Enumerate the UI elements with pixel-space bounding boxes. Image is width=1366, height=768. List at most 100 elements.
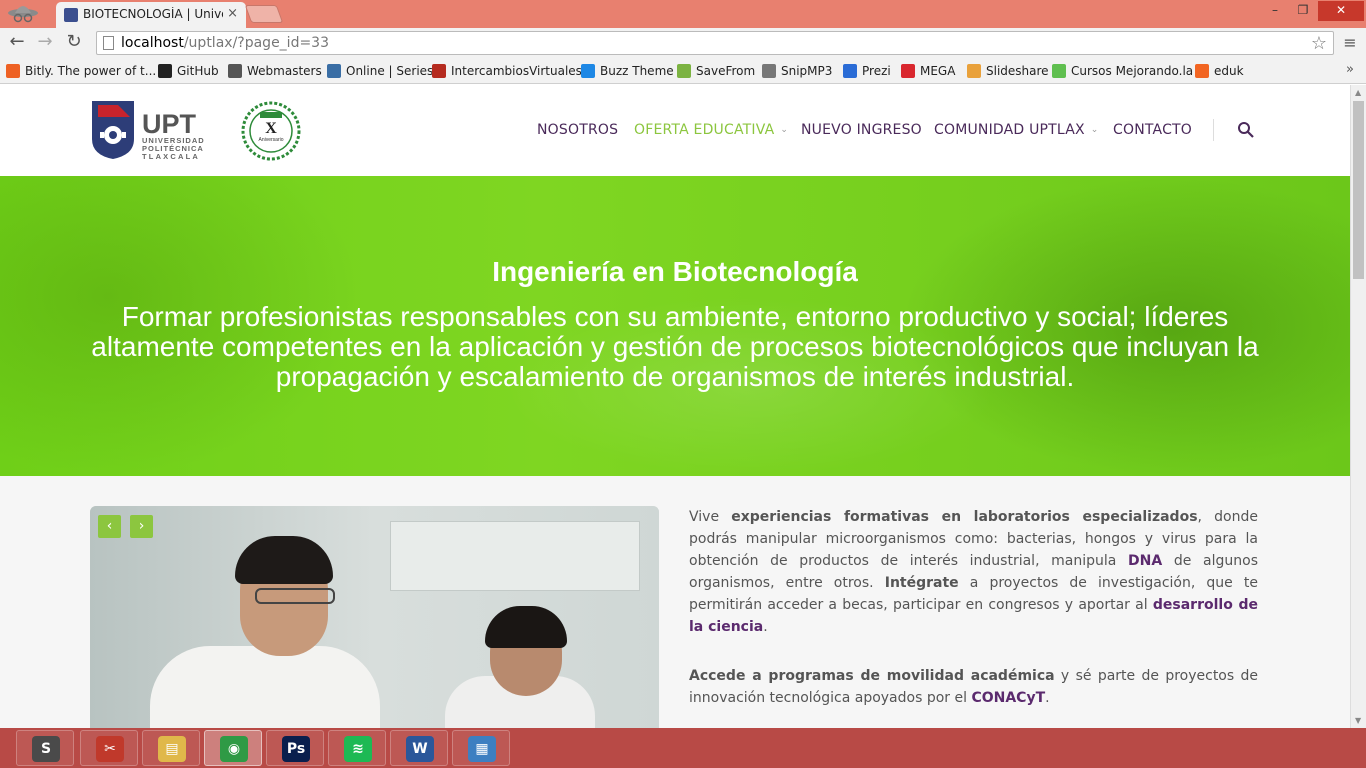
new-tab-button[interactable]	[244, 5, 284, 23]
bookmark-item[interactable]: SnipMP3	[762, 62, 832, 80]
bookmark-item[interactable]: Slideshare	[967, 62, 1049, 80]
anniversary-text: Aniversario	[258, 137, 283, 143]
anniversary-logo: X Aniversario	[241, 101, 301, 161]
chevron-down-icon: ⌄	[1090, 125, 1099, 135]
slider-next-button[interactable]: ›	[130, 515, 153, 538]
description-paragraph-1: Vive experiencias formativas en laborato…	[689, 509, 1258, 635]
tab-close-icon[interactable]: ×	[227, 6, 238, 21]
tab-biotecnologia[interactable]: BIOTECNOLOGÍA | Univers ×	[56, 2, 246, 28]
bookmark-item[interactable]: IntercambiosVirtuales	[432, 62, 582, 80]
taskbar-button[interactable]: ▤	[142, 730, 200, 766]
scrollbar-thumb[interactable]	[1353, 101, 1364, 279]
slideshare-icon	[967, 64, 981, 78]
bookmark-item[interactable]: Online | Series	[327, 62, 433, 80]
nav-divider	[1213, 119, 1214, 141]
bookmark-item[interactable]: SaveFrom	[677, 62, 755, 80]
bookmarks-bar: Bitly. The power of t... GitHub Webmasters…	[0, 58, 1366, 84]
address-bar[interactable]: localhost/uptlax/?page_id=33 ☆	[96, 31, 1334, 55]
taskbar-button[interactable]: Ps	[266, 730, 324, 766]
back-arrow-icon[interactable]: ←	[6, 32, 28, 54]
mega-icon	[901, 64, 915, 78]
page-icon	[103, 36, 114, 50]
site-favicon-icon	[64, 8, 78, 22]
taskbar-button[interactable]: ◉	[204, 730, 262, 766]
mejorando-icon	[1052, 64, 1066, 78]
file-explorer-icon: ▤	[158, 736, 186, 762]
maximize-button[interactable]: ❐	[1290, 1, 1316, 21]
browser-toolbar: ← → ↻ localhost/uptlax/?page_id=33 ☆ ≡	[0, 28, 1366, 58]
bookmark-label: Buzz Theme	[600, 64, 674, 78]
taskbar-button[interactable]: ≋	[328, 730, 386, 766]
nav-item-label: CONTACTO	[1113, 122, 1193, 138]
bookmark-label: Webmasters	[247, 64, 322, 78]
nav-item-comunidad-uptlax[interactable]: COMUNIDAD UPTLAX ⌄	[934, 122, 1099, 138]
bookmark-item[interactable]: MEGA	[901, 62, 955, 80]
taskbar-button[interactable]: W	[390, 730, 448, 766]
buzz-icon	[581, 64, 595, 78]
bookmark-label: Slideshare	[986, 64, 1049, 78]
reload-icon[interactable]: ↻	[63, 32, 85, 54]
photoshop-icon: Ps	[282, 736, 310, 762]
bookmark-item[interactable]: Bitly. The power of t...	[6, 62, 156, 80]
bookmark-label: GitHub	[177, 64, 219, 78]
scroll-up-icon[interactable]: ▲	[1355, 88, 1361, 97]
savefrom-icon	[677, 64, 691, 78]
scroll-down-icon[interactable]: ▼	[1355, 716, 1361, 725]
page-scrollbar[interactable]: ▲ ▼	[1350, 85, 1366, 728]
web-page: UPT UNIVERSIDAD POLITÉCNICA TLAXCALA X A…	[0, 85, 1350, 728]
chrome-menu-icon[interactable]: ≡	[1342, 33, 1358, 52]
bookmark-label: MEGA	[920, 64, 956, 78]
hero-banner: Ingeniería en Biotecnología Formar profe…	[0, 176, 1350, 476]
bookmark-label: Cursos Mejorando.la	[1071, 64, 1194, 78]
sublime-text-icon: S	[32, 736, 60, 762]
bookmark-label: eduk	[1214, 64, 1244, 78]
nav-item-nuevo-ingreso[interactable]: NUEVO INGRESO	[801, 122, 922, 138]
nav-item-nosotros[interactable]: NOSOTROS	[537, 122, 618, 138]
url-text: localhost/uptlax/?page_id=33	[121, 35, 329, 51]
browser-titlebar: BIOTECNOLOGÍA | Univers × – ❐ ✕	[0, 0, 1366, 28]
bookmarks-overflow-icon[interactable]: »	[1346, 62, 1354, 77]
bookmark-item[interactable]: Prezi	[843, 62, 891, 80]
nav-item-label: NOSOTROS	[537, 122, 619, 138]
minimize-button[interactable]: –	[1262, 1, 1288, 21]
tab-title: BIOTECNOLOGÍA | Univers	[83, 7, 223, 21]
bookmark-item[interactable]: GitHub	[158, 62, 219, 80]
prezi-icon	[843, 64, 857, 78]
bookmark-label: Bitly. The power of t...	[25, 64, 157, 78]
site-header: UPT UNIVERSIDAD POLITÉCNICA TLAXCALA X A…	[0, 85, 1350, 176]
nav-item-oferta-educativa[interactable]: OFERTA EDUCATIVA ⌄	[634, 122, 788, 138]
bookmark-item[interactable]: Cursos Mejorando.la	[1052, 62, 1193, 80]
description-paragraph-2: Accede a programas de movilidad académic…	[689, 668, 1259, 706]
program-description: Vive experiencias formativas en laborato…	[689, 506, 1258, 728]
nav-item-contacto[interactable]: CONTACTO	[1113, 122, 1192, 138]
snipping-tool-icon: ✂	[96, 736, 124, 762]
eduk-icon	[1195, 64, 1209, 78]
slider-prev-button[interactable]: ‹	[98, 515, 121, 538]
hero-subtitle: Formar profesionistas responsables con s…	[91, 301, 1259, 392]
upt-logo[interactable]: UPT UNIVERSIDAD POLITÉCNICA TLAXCALA	[90, 99, 220, 161]
taskbar-button[interactable]: ▦	[452, 730, 510, 766]
series-icon	[327, 64, 341, 78]
taskbar-button[interactable]: S	[16, 730, 74, 766]
hero-title: Ingeniería en Biotecnología	[492, 256, 858, 287]
chevron-down-icon: ⌄	[780, 125, 789, 135]
bookmark-star-icon[interactable]: ☆	[1311, 33, 1327, 54]
forward-arrow-icon[interactable]: →	[34, 32, 56, 54]
bookmark-item[interactable]: Buzz Theme	[581, 62, 674, 80]
image-slider[interactable]: ‹ ›	[90, 506, 659, 728]
bookmark-item[interactable]: Webmasters	[228, 62, 322, 80]
upt-logo-text: UPT	[142, 109, 197, 139]
bookmark-item[interactable]: eduk	[1195, 62, 1244, 80]
nav-item-label: NUEVO INGRESO	[801, 122, 922, 138]
github-icon	[158, 64, 172, 78]
spotify-icon: ≋	[344, 736, 372, 762]
content-section: ‹ › Vive experiencias formativas en labo…	[0, 476, 1350, 728]
taskbar-button[interactable]: ✂	[80, 730, 138, 766]
iv-icon	[432, 64, 446, 78]
search-icon[interactable]	[1237, 121, 1255, 139]
webmasters-icon	[228, 64, 242, 78]
close-window-button[interactable]: ✕	[1318, 1, 1364, 21]
windows-taskbar: S ✂ ▤ ◉ Ps ≋ W ▦	[0, 728, 1366, 768]
upt-logo-subtitle-3: TLAXCALA	[142, 152, 200, 161]
chrome-icon: ◉	[220, 736, 248, 762]
